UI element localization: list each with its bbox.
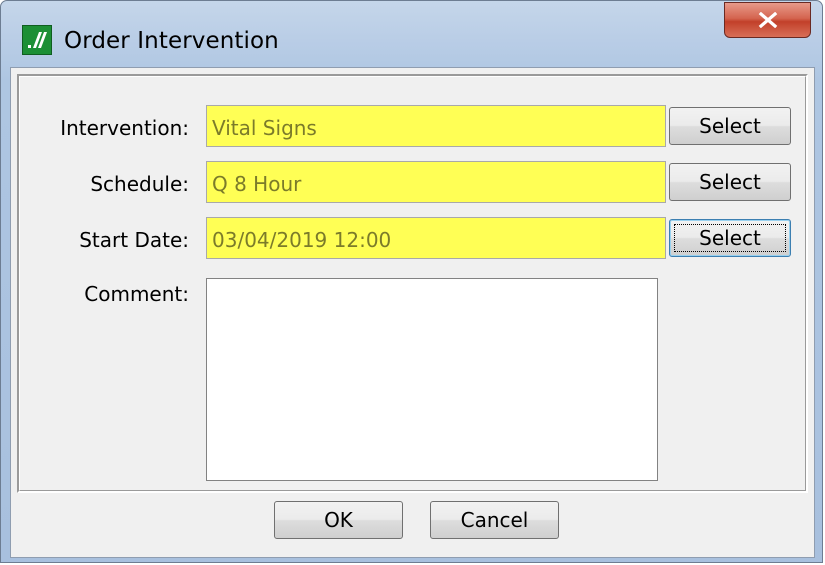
intervention-select-button[interactable]: Select bbox=[669, 107, 791, 145]
comment-label: Comment: bbox=[84, 282, 189, 306]
schedule-select-button[interactable]: Select bbox=[669, 163, 791, 201]
intervention-label: Intervention: bbox=[60, 116, 189, 140]
start-date-select-label: Select bbox=[699, 226, 761, 250]
close-icon bbox=[758, 12, 778, 28]
start-date-field[interactable]: 03/04/2019 12:00 bbox=[206, 217, 666, 259]
start-date-select-button[interactable]: Select bbox=[669, 219, 791, 257]
start-date-label: Start Date: bbox=[79, 228, 189, 252]
intervention-field[interactable]: Vital Signs bbox=[206, 105, 666, 147]
title-bar[interactable]: Order Intervention bbox=[1, 1, 822, 67]
dialog-window: Order Intervention Intervention: Vital S… bbox=[0, 0, 823, 563]
cancel-button[interactable]: Cancel bbox=[430, 501, 559, 539]
ok-button[interactable]: OK bbox=[274, 501, 403, 539]
dialog-body: Intervention: Vital Signs Select Schedul… bbox=[10, 67, 815, 558]
comment-textarea[interactable] bbox=[206, 278, 658, 481]
close-button[interactable] bbox=[724, 2, 811, 38]
window-title: Order Intervention bbox=[64, 28, 279, 54]
schedule-label: Schedule: bbox=[90, 172, 189, 196]
schedule-field[interactable]: Q 8 Hour bbox=[206, 161, 666, 203]
app-logo-icon bbox=[22, 25, 52, 55]
form-panel: Intervention: Vital Signs Select Schedul… bbox=[17, 74, 808, 493]
